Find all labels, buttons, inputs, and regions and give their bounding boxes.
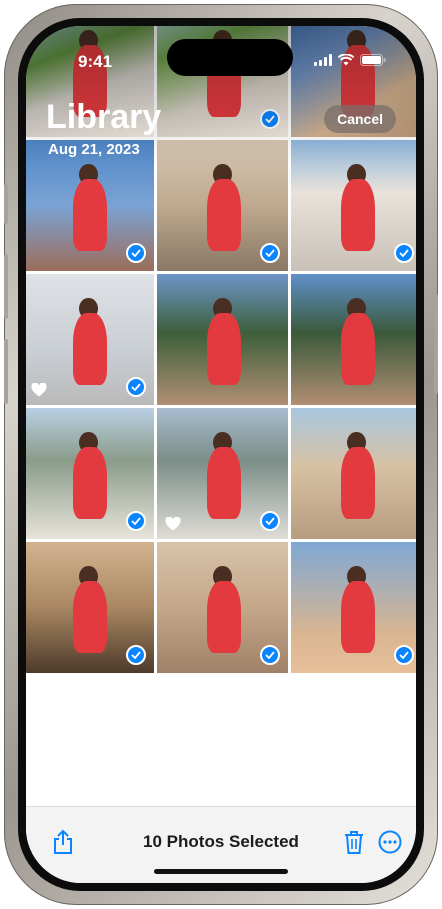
photo-thumbnail[interactable] <box>26 274 154 405</box>
signal-icon <box>314 54 332 66</box>
power-button <box>434 294 438 394</box>
photo-thumbnail[interactable] <box>291 140 416 271</box>
wifi-icon <box>338 54 354 66</box>
photo-thumbnail[interactable] <box>26 542 154 673</box>
photo-thumbnail[interactable] <box>157 542 288 673</box>
photo-subject-dress <box>340 179 375 252</box>
photo-subject-dress <box>340 313 375 386</box>
action-button <box>4 184 8 224</box>
photo-subject-dress <box>72 447 107 520</box>
photo-subject-dress <box>72 581 107 654</box>
selected-checkmark-icon <box>260 645 280 665</box>
selected-checkmark-icon <box>260 243 280 263</box>
bezel: 9:41 Library Aug 21, 2023 Cancel 10 Phot… <box>18 18 424 891</box>
photo-subject-dress <box>206 447 241 520</box>
volume-down-button <box>4 339 8 404</box>
selected-checkmark-icon <box>126 377 146 397</box>
more-icon[interactable] <box>378 830 402 854</box>
selected-checkmark-icon <box>126 243 146 263</box>
selected-checkmark-icon <box>260 109 280 129</box>
photo-thumbnail[interactable] <box>157 274 288 405</box>
photo-thumbnail[interactable] <box>291 542 416 673</box>
battery-icon <box>360 54 386 66</box>
screen: 9:41 Library Aug 21, 2023 Cancel 10 Phot… <box>26 26 416 883</box>
photo-thumbnail[interactable] <box>291 274 416 405</box>
photo-grid <box>26 26 416 786</box>
selected-checkmark-icon <box>126 511 146 531</box>
trash-icon[interactable] <box>343 829 365 855</box>
selected-checkmark-icon <box>126 645 146 665</box>
photo-thumbnail[interactable] <box>291 408 416 539</box>
library-title: Library <box>46 98 162 136</box>
photo-thumbnail[interactable] <box>26 140 154 271</box>
photo-thumbnail[interactable] <box>26 408 154 539</box>
photo-subject-dress <box>206 179 241 252</box>
photo-subject-dress <box>72 179 107 252</box>
status-bar: 9:41 <box>26 26 416 80</box>
date-label: Aug 21, 2023 <box>48 141 140 158</box>
photo-thumbnail[interactable] <box>157 140 288 271</box>
selected-checkmark-icon <box>260 511 280 531</box>
selected-checkmark-icon <box>394 645 414 665</box>
phone-frame: 9:41 Library Aug 21, 2023 Cancel 10 Phot… <box>4 4 438 905</box>
favorite-heart-icon <box>165 517 181 531</box>
photo-subject-dress <box>206 581 241 654</box>
status-time: 9:41 <box>78 52 113 71</box>
volume-up-button <box>4 254 8 319</box>
favorite-heart-icon <box>31 383 47 397</box>
photo-subject-dress <box>206 313 241 386</box>
photo-subject-dress <box>340 581 375 654</box>
selected-checkmark-icon <box>394 243 414 263</box>
cancel-button[interactable]: Cancel <box>324 105 396 133</box>
photo-subject-dress <box>340 447 375 520</box>
dynamic-island <box>167 39 293 76</box>
photo-thumbnail[interactable] <box>157 408 288 539</box>
home-indicator[interactable] <box>154 869 288 874</box>
photo-subject-dress <box>72 313 107 386</box>
